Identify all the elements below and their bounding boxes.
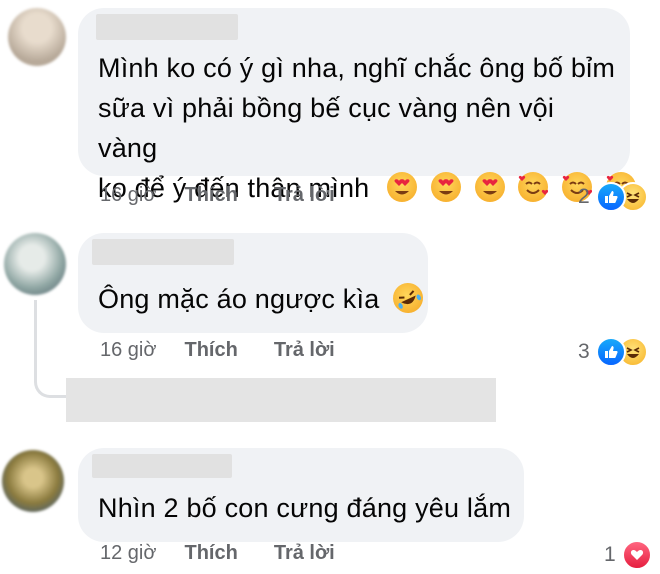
comment-line: Ông mặc áo ngược kìa: [98, 284, 380, 314]
like-reaction-icon: [595, 337, 626, 367]
rofl-emoji-icon: [388, 278, 429, 318]
heart-eyes-emoji-icon: [474, 172, 505, 202]
comment-3: Nhìn 2 bố con cưng đáng yêu lắm 12 giờ T…: [0, 440, 660, 574]
avatar[interactable]: [8, 8, 66, 66]
reaction-summary[interactable]: 1: [604, 540, 652, 570]
comment-line: Mình ko có ý gì nha, nghĩ chắc ông bố bỉ…: [98, 53, 616, 83]
heart-eyes-emoji-icon: [387, 172, 418, 202]
redacted-reply-row: [66, 378, 496, 422]
reaction-count: 1: [604, 543, 616, 566]
comment-1: Mình ko có ý gì nha, nghĩ chắc ông bố bỉ…: [0, 0, 660, 220]
like-button[interactable]: Thích: [184, 184, 237, 207]
love-reaction-icon: [621, 540, 652, 570]
comment-text: Ông mặc áo ngược kìa: [98, 278, 429, 319]
heart-eyes-emoji-icon: [430, 172, 461, 202]
reaction-count: 3: [578, 340, 590, 363]
comment-2: Ông mặc áo ngược kìa 16 giờ Thích Trả lờ…: [0, 225, 660, 375]
comment-meta: 16 giờ Thích Trả lời: [100, 339, 371, 362]
reaction-count: 2: [578, 185, 590, 208]
timestamp[interactable]: 12 giờ: [100, 542, 156, 565]
like-reaction-icon: [595, 182, 626, 212]
smiling-face-with-hearts-emoji-icon: [518, 172, 549, 202]
reaction-summary[interactable]: 2: [578, 182, 648, 212]
comment-text: Nhìn 2 bố con cưng đáng yêu lắm: [98, 488, 511, 528]
author-name-redacted[interactable]: [96, 14, 238, 40]
reply-button[interactable]: Trả lời: [274, 339, 335, 362]
author-name-redacted[interactable]: [92, 239, 234, 265]
reply-button[interactable]: Trả lời: [274, 542, 335, 565]
like-button[interactable]: Thích: [184, 542, 237, 565]
comment-line: Nhìn 2 bố con cưng đáng yêu lắm: [98, 493, 512, 523]
reply-button[interactable]: Trả lời: [274, 184, 335, 207]
avatar[interactable]: [4, 233, 66, 295]
comment-line: sữa vì phải bồng bế cục vàng nên vội vàn…: [98, 93, 555, 163]
timestamp[interactable]: 16 giờ: [100, 339, 156, 362]
like-button[interactable]: Thích: [184, 339, 237, 362]
avatar[interactable]: [2, 450, 64, 512]
comment-meta: 12 giờ Thích Trả lời: [100, 542, 371, 565]
comment-meta: 16 giờ Thích Trả lời: [100, 184, 371, 207]
reaction-summary[interactable]: 3: [578, 337, 648, 367]
author-name-redacted[interactable]: [92, 454, 232, 478]
timestamp[interactable]: 16 giờ: [100, 184, 156, 207]
